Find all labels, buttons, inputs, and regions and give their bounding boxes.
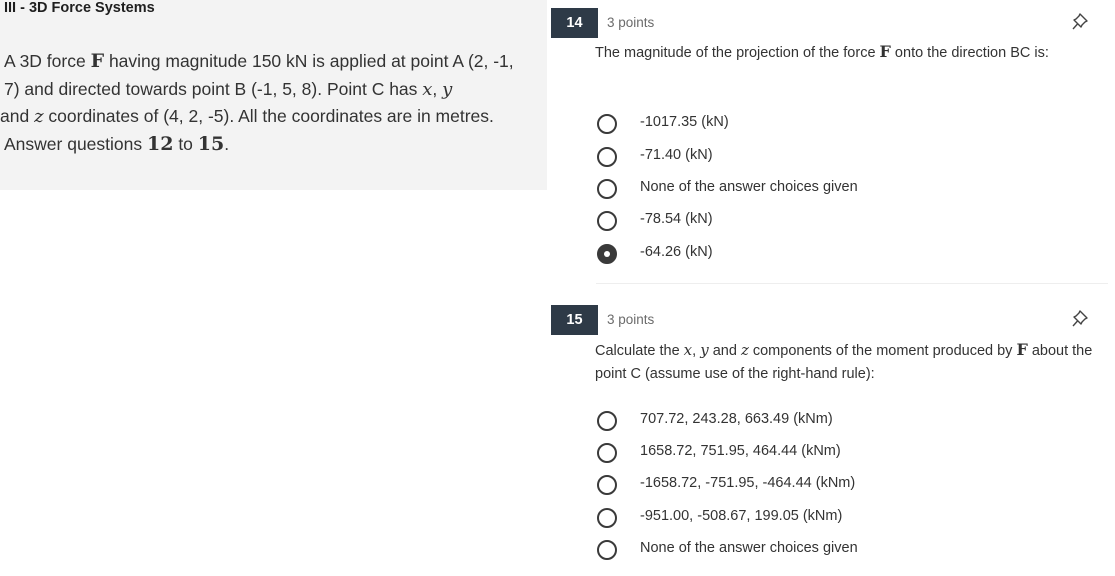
answer-label: -71.40 (kN) [640, 147, 713, 163]
x-symbol: x [683, 341, 693, 359]
answer-option[interactable]: -71.40 (kN) [597, 145, 1077, 171]
answer-option[interactable]: -1017.35 (kN) [597, 112, 1077, 138]
answer-label: -78.54 (kN) [640, 211, 713, 227]
context-panel: III - 3D Force Systems A 3D force F havi… [0, 0, 547, 190]
answer-option[interactable]: None of the answer choices given [597, 177, 1077, 203]
context-text-part: to [173, 133, 198, 154]
section-title: III - 3D Force Systems [4, 0, 155, 16]
answer-label: -951.00, -508.67, 199.05 (kNm) [640, 508, 843, 524]
question-text: The magnitude of the projection of the f… [595, 40, 1095, 65]
answer-option[interactable]: 707.72, 243.28, 663.49 (kNm) [597, 409, 1077, 435]
context-text-part: . [224, 133, 230, 154]
question-number-badge: 15 [551, 305, 598, 335]
question-text-part: Calculate the [595, 343, 684, 359]
question-15: 15 3 points Calculate the x, y and z com… [551, 305, 1111, 573]
context-text: A 3D force F having magnitude 150 kN is … [0, 48, 534, 158]
question-text: Calculate the x, y and z components of t… [595, 338, 1095, 386]
answer-option[interactable]: -78.54 (kN) [597, 209, 1077, 235]
answer-option[interactable]: -1658.72, -751.95, -464.44 (kNm) [597, 473, 1077, 499]
question-text-part: , [692, 343, 701, 359]
answer-label: None of the answer choices given [640, 540, 858, 556]
context-text-part: and [0, 106, 35, 126]
context-text-part: coordinates of (4, 2, -5). All the coord… [4, 106, 494, 154]
answer-option[interactable]: -951.00, -508.67, 199.05 (kNm) [597, 506, 1077, 532]
context-text-part: A 3D force [4, 51, 91, 71]
question-ref: 12 [147, 132, 174, 155]
z-symbol: z [34, 106, 44, 127]
question-text-part: onto the direction BC is: [890, 45, 1049, 61]
radio-button[interactable] [597, 411, 617, 431]
answer-label: 707.72, 243.28, 663.49 (kNm) [640, 411, 833, 427]
answer-option[interactable]: 1658.72, 751.95, 464.44 (kNm) [597, 441, 1077, 467]
question-points: 3 points [607, 312, 655, 327]
radio-button[interactable] [597, 475, 617, 495]
question-14: 14 3 points The magnitude of the project… [551, 8, 1111, 278]
answer-option[interactable]: None of the answer choices given [597, 538, 1077, 564]
answer-label: -1658.72, -751.95, -464.44 (kNm) [640, 475, 856, 491]
force-symbol: F [879, 42, 891, 61]
pin-icon[interactable] [1071, 11, 1093, 33]
answer-label: None of the answer choices given [640, 179, 858, 195]
radio-button[interactable] [597, 508, 617, 528]
question-text-part: components of the moment produced by [748, 343, 1017, 359]
radio-button[interactable] [597, 147, 617, 167]
radio-button[interactable] [597, 540, 617, 560]
y-symbol: y [442, 78, 453, 100]
radio-button[interactable] [597, 114, 617, 134]
context-text-part: , [432, 78, 443, 99]
radio-button[interactable] [597, 211, 617, 231]
z-symbol: z [740, 341, 749, 359]
y-symbol: y [700, 341, 709, 359]
force-symbol: F [1016, 340, 1028, 359]
answer-label: 1658.72, 751.95, 464.44 (kNm) [640, 443, 841, 459]
question-points: 3 points [607, 15, 655, 30]
radio-button[interactable] [597, 179, 617, 199]
question-text-part: and [708, 343, 741, 359]
pin-icon[interactable] [1071, 308, 1093, 330]
answer-label: -1017.35 (kN) [640, 114, 729, 130]
answer-option-selected[interactable]: -64.26 (kN) [597, 242, 1077, 268]
x-symbol: x [422, 78, 433, 100]
question-number-badge: 14 [551, 8, 598, 38]
question-text-part: The magnitude of the projection of the f… [595, 45, 880, 61]
divider [596, 283, 1108, 284]
radio-button-selected[interactable] [597, 244, 617, 264]
answer-label: -64.26 (kN) [640, 244, 713, 260]
radio-button[interactable] [597, 443, 617, 463]
force-symbol: F [90, 50, 105, 72]
question-ref: 15 [197, 132, 225, 155]
